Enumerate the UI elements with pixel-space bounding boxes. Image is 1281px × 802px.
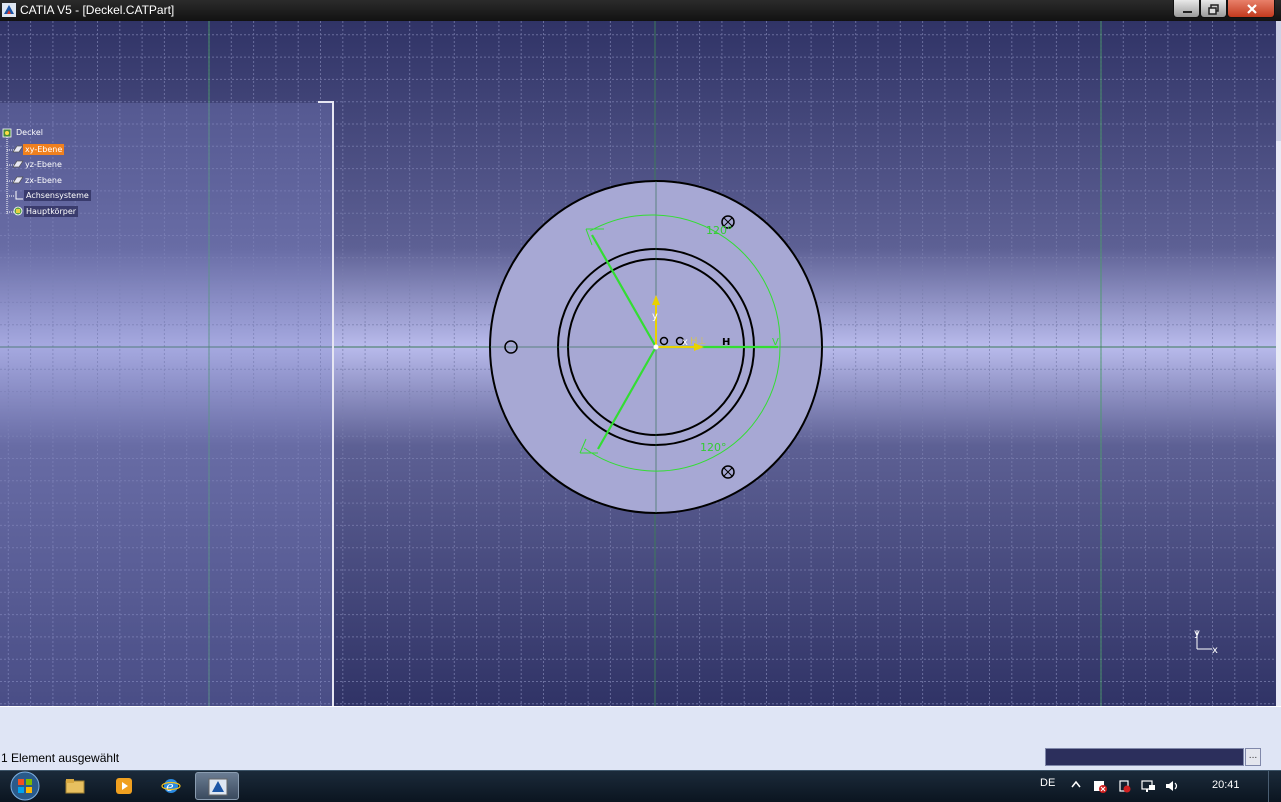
- internet-explorer-icon: e: [161, 779, 181, 795]
- part-icon: [2, 128, 12, 138]
- sketch-axis-y-label: y: [652, 311, 658, 322]
- action-center-icon[interactable]: [1093, 779, 1107, 793]
- taskbar-clock[interactable]: 20:41: [1212, 779, 1240, 791]
- window-title: CATIA V5 - [Deckel.CATPart]: [20, 3, 175, 17]
- media-player-icon: [116, 778, 132, 794]
- taskbar-catia-button[interactable]: [195, 772, 239, 800]
- taskbar-ie-button[interactable]: e: [149, 772, 193, 800]
- language-indicator[interactable]: DE: [1040, 777, 1055, 789]
- scrollbar-thumb[interactable]: [1276, 21, 1281, 141]
- restore-icon: [1208, 4, 1219, 15]
- folder-icon: [65, 779, 85, 794]
- taskbar-explorer-button[interactable]: [53, 772, 97, 800]
- catia-app-icon[interactable]: [2, 3, 16, 17]
- horizontal-constraint-label[interactable]: H: [722, 337, 730, 348]
- close-button[interactable]: [1227, 0, 1275, 18]
- restore-button[interactable]: [1200, 0, 1227, 18]
- tree-item-label: zx-Ebene: [25, 176, 62, 185]
- network-icon[interactable]: [1141, 779, 1157, 793]
- catia-taskbar-icon: [208, 778, 228, 796]
- axis-system-icon: [15, 191, 23, 200]
- compass-y-label: y: [1194, 628, 1200, 639]
- tree-item-label: Hauptkörper: [24, 206, 79, 217]
- tree-item-label: Achsensysteme: [24, 190, 91, 201]
- close-icon: [1247, 4, 1257, 14]
- tray-expand-icon[interactable]: [1071, 779, 1081, 791]
- body-icon: [13, 206, 23, 216]
- panel-corner: [318, 101, 334, 103]
- minimize-button[interactable]: [1173, 0, 1200, 18]
- status-message: 1 Element ausgewählt: [1, 751, 120, 765]
- compass-x-label: x: [1212, 645, 1218, 656]
- start-orb-icon[interactable]: [6, 770, 44, 802]
- tree-root-label: Deckel: [16, 128, 43, 137]
- status-bar: 1 Element ausgewählt ...: [0, 706, 1281, 771]
- axis-compass[interactable]: y x: [1194, 628, 1218, 656]
- power-icon[interactable]: [1117, 779, 1131, 793]
- tree-item-label: yz-Ebene: [25, 160, 62, 169]
- command-browse-button[interactable]: ...: [1245, 748, 1261, 766]
- angle-dimension-top[interactable]: 120°: [706, 224, 733, 237]
- title-bar: CATIA V5 - [Deckel.CATPart]: [0, 0, 1281, 21]
- vertical-constraint-label[interactable]: V: [772, 337, 779, 348]
- sketch-axis-x-label: x: [682, 337, 688, 348]
- minimize-icon: [1183, 11, 1192, 13]
- command-input[interactable]: [1045, 748, 1244, 766]
- volume-icon[interactable]: [1165, 779, 1181, 793]
- show-desktop-button[interactable]: [1268, 771, 1281, 802]
- viewport-right-scrollbar[interactable]: [1276, 21, 1281, 706]
- taskbar: e DE 20:41: [0, 770, 1281, 802]
- taskbar-mediaplayer-button[interactable]: [102, 772, 146, 800]
- angle-dimension-bottom[interactable]: 120°: [700, 441, 727, 454]
- tree-item-label: xy-Ebene: [23, 144, 65, 155]
